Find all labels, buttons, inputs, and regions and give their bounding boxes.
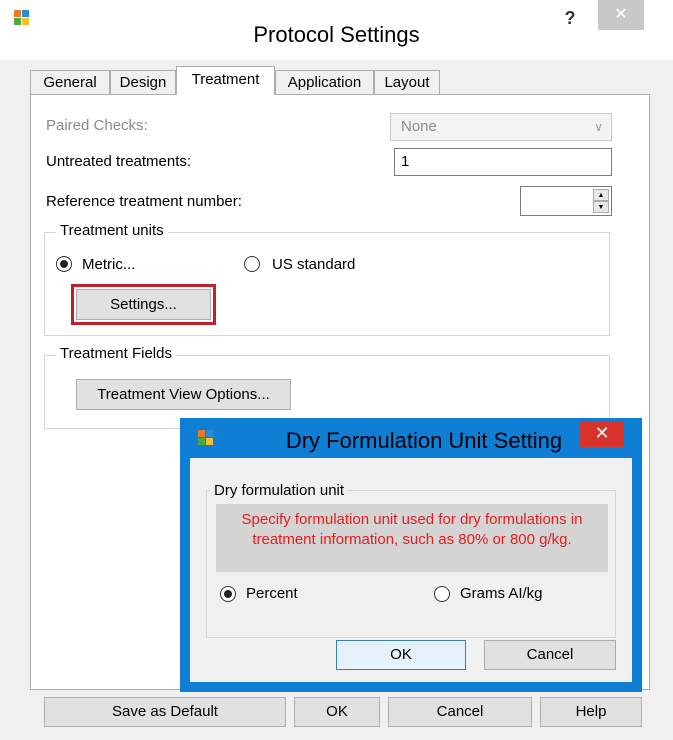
warning-line-1: Specify formulation unit used for dry fo…: [241, 511, 583, 528]
dialog-cancel-button[interactable]: Cancel: [484, 640, 616, 670]
us-standard-label[interactable]: US standard: [272, 256, 355, 273]
paired-checks-value: None: [401, 118, 437, 135]
percent-radio[interactable]: [220, 586, 236, 602]
cancel-button[interactable]: Cancel: [388, 697, 532, 727]
grams-ai-kg-radio[interactable]: [434, 586, 450, 602]
help-icon[interactable]: ?: [556, 6, 584, 30]
untreated-treatments-input[interactable]: 1: [394, 148, 612, 176]
tab-treatment[interactable]: Treatment: [176, 66, 275, 95]
metric-label[interactable]: Metric...: [82, 256, 135, 273]
metric-radio[interactable]: [56, 256, 72, 272]
dialog-body: Dry formulation unit Specify formulation…: [190, 458, 632, 682]
help-button[interactable]: Help: [540, 697, 642, 727]
stepper-down-icon[interactable]: ▼: [593, 201, 609, 213]
tab-general[interactable]: General: [30, 70, 110, 94]
ok-button[interactable]: OK: [294, 697, 380, 727]
treatment-view-options-button[interactable]: Treatment View Options...: [76, 379, 291, 410]
tab-layout[interactable]: Layout: [374, 70, 440, 94]
dialog-close-button[interactable]: ✕: [580, 421, 624, 447]
warning-line-2: treatment information, such as 80% or 80…: [252, 531, 572, 548]
paired-checks-label: Paired Checks:: [46, 117, 148, 134]
dialog-title: Dry Formulation Unit Setting: [285, 428, 563, 453]
close-button[interactable]: ✕: [598, 0, 644, 30]
grams-ai-kg-label[interactable]: Grams AI/kg: [460, 585, 543, 602]
title-bar[interactable]: Protocol Settings ? ✕: [0, 0, 673, 60]
tab-application[interactable]: Application: [275, 70, 374, 94]
dialog-ok-button[interactable]: OK: [336, 640, 466, 670]
radio-selected-dot-icon: [60, 260, 68, 268]
chevron-down-icon: ∨: [594, 120, 603, 134]
paired-checks-select[interactable]: None ∨: [390, 113, 612, 141]
untreated-treatments-label: Untreated treatments:: [46, 153, 192, 170]
tab-design[interactable]: Design: [110, 70, 176, 94]
treatment-units-title: Treatment units: [56, 222, 168, 239]
us-standard-radio[interactable]: [244, 256, 260, 272]
reference-treatment-stepper[interactable]: ▲ ▼: [520, 186, 612, 216]
treatment-fields-title: Treatment Fields: [56, 345, 176, 362]
stepper-up-icon[interactable]: ▲: [593, 189, 609, 201]
warning-panel: Specify formulation unit used for dry fo…: [216, 504, 608, 572]
percent-label[interactable]: Percent: [246, 585, 298, 602]
reference-treatment-label: Reference treatment number:: [46, 193, 242, 210]
radio-selected-dot-icon: [224, 590, 232, 598]
dry-formulation-title: Dry formulation unit: [210, 482, 349, 499]
dry-formulation-dialog: Dry Formulation Unit Setting ✕ Dry formu…: [180, 418, 642, 692]
save-as-default-button[interactable]: Save as Default: [44, 697, 286, 727]
settings-highlight-box: [71, 284, 216, 325]
